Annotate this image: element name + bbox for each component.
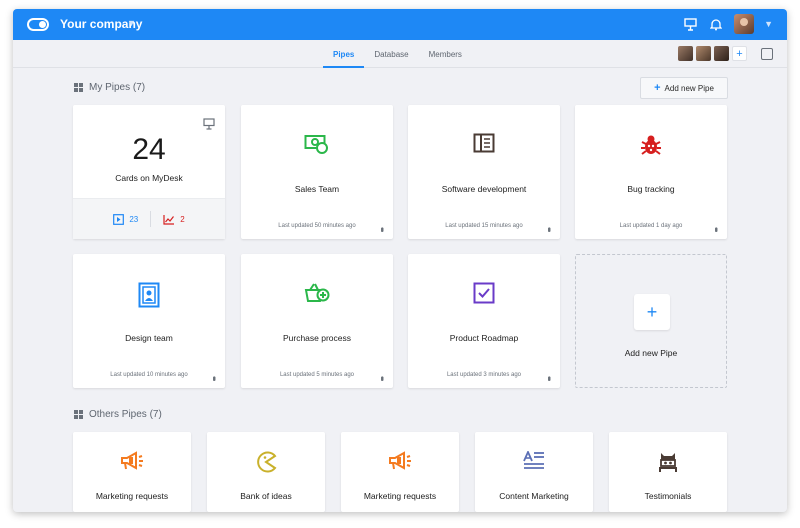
top-actions: ▼ — [682, 14, 773, 34]
user-avatar[interactable] — [734, 14, 755, 34]
more-options-icon[interactable]: ••• — [209, 376, 219, 379]
member-avatar[interactable] — [678, 46, 693, 61]
more-options-icon[interactable]: ••• — [377, 376, 387, 379]
desk-card-stats: 23 2 — [73, 198, 225, 239]
member-avatar[interactable] — [714, 46, 729, 61]
chevron-down-icon[interactable]: ▼ — [764, 19, 773, 29]
my-pipes-title: My Pipes (7) — [89, 82, 146, 93]
pipe-card-marketing-requests-2[interactable]: Marketing requests — [341, 432, 459, 512]
divider — [150, 211, 152, 227]
pipe-card-sales-team[interactable]: Sales Team Last updated 50 minutes ago •… — [241, 105, 393, 239]
member-avatar[interactable] — [696, 46, 711, 61]
pipe-card-purchase-process[interactable]: Purchase process Last updated 5 minutes … — [241, 254, 393, 388]
presentation-icon[interactable] — [682, 16, 698, 32]
pipe-updated: Last updated 10 minutes ago — [110, 372, 188, 378]
tab-pipes[interactable]: Pipes — [323, 40, 365, 68]
tab-bar: Pipes Database Members — [323, 40, 472, 68]
more-options-icon[interactable]: ••• — [711, 227, 721, 230]
tasks-stat[interactable]: 23 — [113, 213, 139, 225]
panel-icon — [408, 133, 560, 153]
top-bar: Your company ▼ ▼ — [13, 9, 787, 40]
desk-card-count: 24 — [132, 133, 166, 166]
mask-icon — [609, 451, 727, 473]
pipe-name: Marketing requests — [95, 491, 169, 501]
tab-database[interactable]: Database — [364, 40, 418, 68]
grid-icon — [74, 83, 83, 92]
megaphone-icon — [73, 451, 191, 471]
text-align-icon — [475, 451, 593, 471]
pipe-card-bug-tracking[interactable]: Bug tracking Last updated 1 day ago ••• — [575, 105, 727, 239]
chevron-down-icon[interactable]: ▼ — [127, 18, 136, 28]
grid-icon — [74, 410, 83, 419]
add-new-pipe-card-label: Add new Pipe — [624, 348, 678, 358]
pipe-updated: Last updated 50 minutes ago — [278, 223, 356, 229]
pipe-updated: Last updated 1 day ago — [619, 223, 683, 229]
pipe-name: Design team — [125, 333, 173, 343]
pipe-card-testimonials[interactable]: Testimonials — [609, 432, 727, 512]
late-stat[interactable]: 2 — [163, 214, 185, 225]
pipe-card-marketing-requests[interactable]: Marketing requests — [73, 432, 191, 512]
megaphone-icon — [341, 451, 459, 471]
pipe-name: Marketing requests — [363, 491, 437, 501]
pipe-name: Content Marketing — [499, 491, 569, 501]
trend-chart-icon — [163, 214, 175, 225]
tab-members[interactable]: Members — [419, 40, 472, 68]
mydesk-card[interactable]: 24 Cards on MyDesk 23 2 — [73, 105, 225, 239]
logo-icon[interactable] — [27, 18, 49, 31]
bell-icon[interactable] — [708, 16, 724, 32]
pipe-card-software-development[interactable]: Software development Last updated 15 min… — [408, 105, 560, 239]
bug-icon — [575, 133, 727, 157]
more-options-icon[interactable]: ••• — [544, 376, 554, 379]
tasks-count: 23 — [129, 214, 139, 224]
add-new-pipe-label: Add new Pipe — [664, 83, 714, 93]
add-member-button[interactable]: + — [732, 46, 747, 61]
pipe-updated: Last updated 3 minutes ago — [446, 372, 522, 378]
basket-icon — [241, 282, 393, 304]
pipe-name: Product Roadmap — [449, 333, 519, 343]
more-options-icon[interactable]: ••• — [377, 227, 387, 230]
plus-icon: + — [654, 82, 661, 94]
member-avatars: + — [678, 46, 747, 61]
pipe-card-design-team[interactable]: Design team Last updated 10 minutes ago … — [73, 254, 225, 388]
desk-card-label: Cards on MyDesk — [115, 173, 183, 183]
pipe-updated: Last updated 15 minutes ago — [445, 223, 523, 229]
my-pipes-heading: My Pipes (7) — [74, 82, 145, 93]
pacman-icon — [207, 451, 325, 473]
late-count: 2 — [180, 214, 185, 224]
pipe-name: Software development — [441, 184, 527, 194]
pipe-card-product-roadmap[interactable]: Product Roadmap Last updated 3 minutes a… — [408, 254, 560, 388]
plus-icon[interactable]: + — [634, 294, 670, 330]
others-pipes-title: Others Pipes (7) — [89, 409, 162, 420]
pipe-name: Bank of ideas — [240, 491, 292, 501]
play-square-icon — [113, 213, 125, 225]
portrait-icon — [73, 282, 225, 308]
pipe-name: Sales Team — [294, 184, 340, 194]
pipe-updated: Last updated 5 minutes ago — [279, 372, 355, 378]
pipe-name: Bug tracking — [627, 184, 675, 194]
pipe-card-content-marketing[interactable]: Content Marketing — [475, 432, 593, 512]
more-options-icon[interactable]: ••• — [544, 227, 554, 230]
sub-navigation: Pipes Database Members + — [13, 40, 787, 68]
others-pipes-heading: Others Pipes (7) — [74, 409, 162, 420]
pipe-name: Purchase process — [282, 333, 352, 343]
money-icon — [241, 133, 393, 155]
checkbox-icon — [408, 282, 560, 304]
pipe-name: Testimonials — [644, 491, 692, 501]
app-window: Your company ▼ ▼ Pipes Database Members … — [13, 9, 787, 512]
checklist-icon[interactable] — [761, 48, 773, 60]
add-new-pipe-button[interactable]: + Add new Pipe — [640, 77, 728, 99]
pipe-card-bank-of-ideas[interactable]: Bank of ideas — [207, 432, 325, 512]
add-new-pipe-card[interactable]: + Add new Pipe — [575, 254, 727, 388]
